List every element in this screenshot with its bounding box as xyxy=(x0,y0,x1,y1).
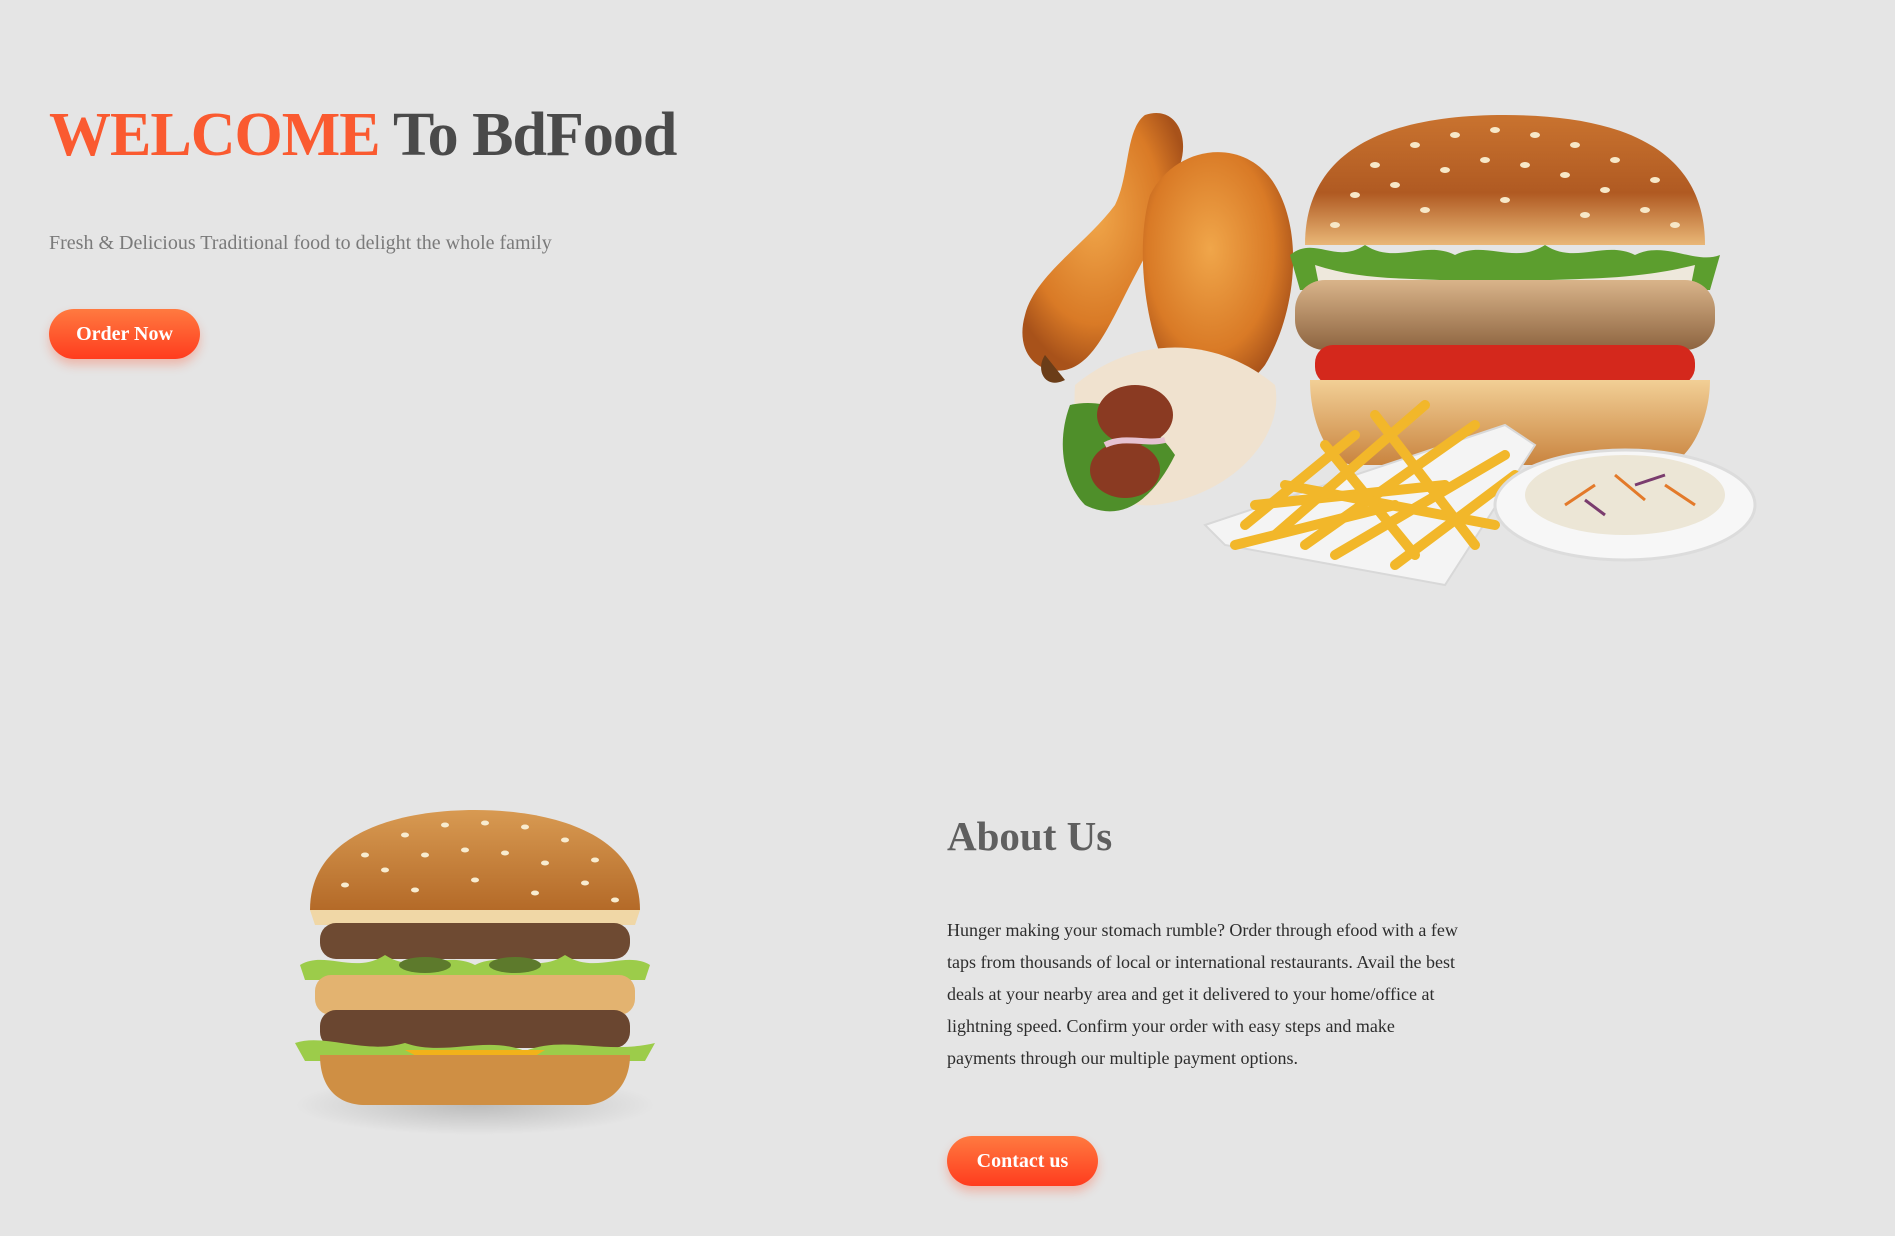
contact-us-button[interactable]: Contact us xyxy=(947,1136,1098,1186)
order-now-button[interactable]: Order Now xyxy=(49,309,200,359)
about-text: Hunger making your stomach rumble? Order… xyxy=(947,920,1458,1068)
food-platter-image xyxy=(1022,113,1757,587)
about-title: About Us xyxy=(947,813,1113,859)
burger-image xyxy=(295,810,655,1135)
hero-title: WELCOME To BdFood xyxy=(49,100,677,171)
hero-title-accent: WELCOME xyxy=(49,101,381,169)
hero-subtitle: Fresh & Delicious Traditional food to de… xyxy=(49,232,552,254)
hero-title-rest: To BdFood xyxy=(379,101,677,169)
